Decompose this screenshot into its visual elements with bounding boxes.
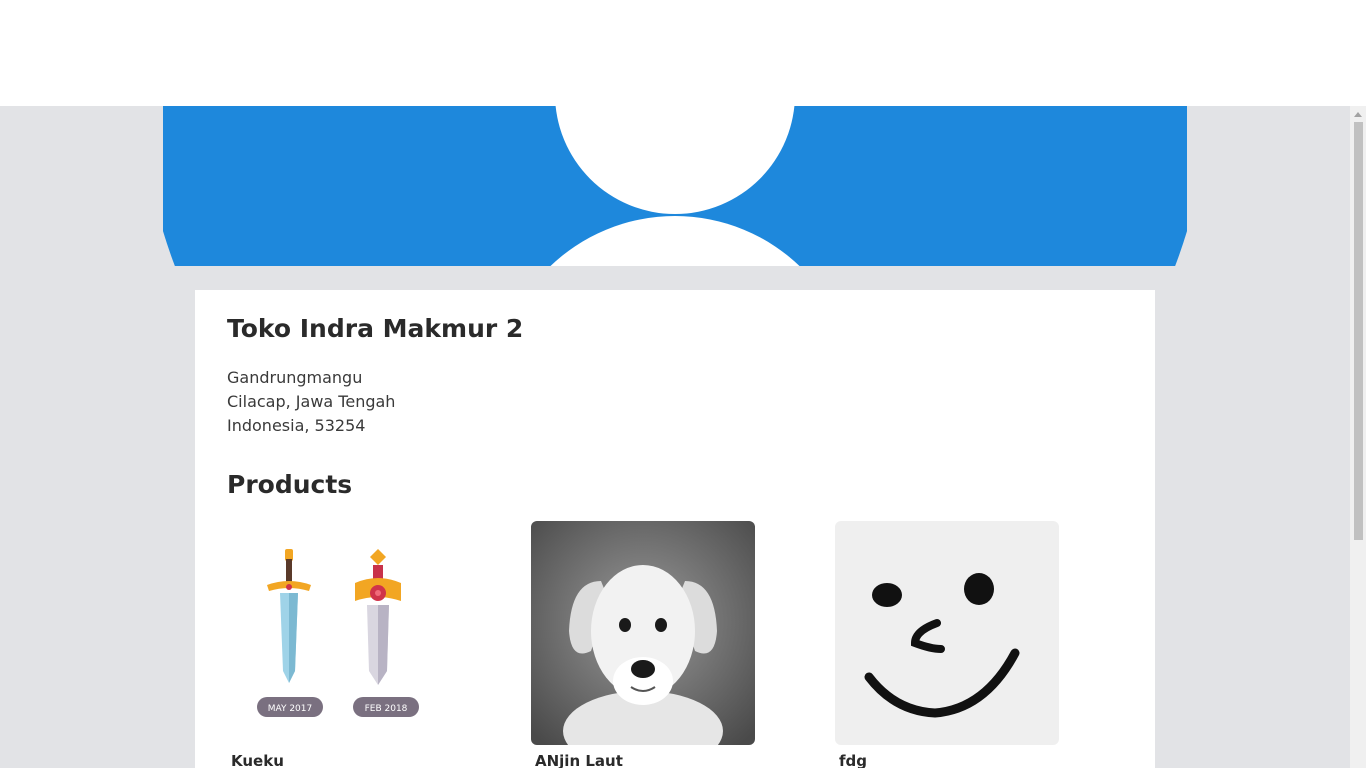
product-image[interactable] bbox=[531, 521, 755, 745]
scroll-up-arrow-icon[interactable] bbox=[1350, 106, 1366, 122]
product-card[interactable]: MAY 2017 FEB 2018 Kueku bbox=[227, 521, 451, 768]
store-address: Gandrungmangu Cilacap, Jawa Tengah Indon… bbox=[227, 366, 395, 438]
product-card[interactable]: fdg bbox=[835, 521, 1059, 768]
product-badge-1: MAY 2017 bbox=[268, 704, 313, 714]
product-name[interactable]: ANjin Laut bbox=[535, 752, 623, 768]
store-banner bbox=[163, 106, 1187, 266]
product-name[interactable]: Kueku bbox=[231, 752, 284, 768]
address-line-1: Gandrungmangu bbox=[227, 368, 363, 387]
product-card[interactable]: ANjin Laut bbox=[531, 521, 755, 768]
scrollbar-thumb[interactable] bbox=[1354, 122, 1363, 540]
top-header-bar bbox=[0, 0, 1366, 106]
address-line-3: Indonesia, 53254 bbox=[227, 416, 366, 435]
product-image[interactable] bbox=[835, 521, 1059, 745]
store-card: Toko Indra Makmur 2 Gandrungmangu Cilaca… bbox=[195, 290, 1155, 768]
product-name[interactable]: fdg bbox=[839, 752, 867, 768]
address-line-2: Cilacap, Jawa Tengah bbox=[227, 392, 396, 411]
vertical-scrollbar[interactable] bbox=[1350, 106, 1366, 768]
products-heading: Products bbox=[227, 470, 353, 499]
user-avatar-icon bbox=[163, 106, 1187, 266]
product-image[interactable]: MAY 2017 FEB 2018 bbox=[227, 521, 451, 745]
store-name: Toko Indra Makmur 2 bbox=[227, 314, 524, 343]
product-badge-2: FEB 2018 bbox=[365, 704, 408, 714]
